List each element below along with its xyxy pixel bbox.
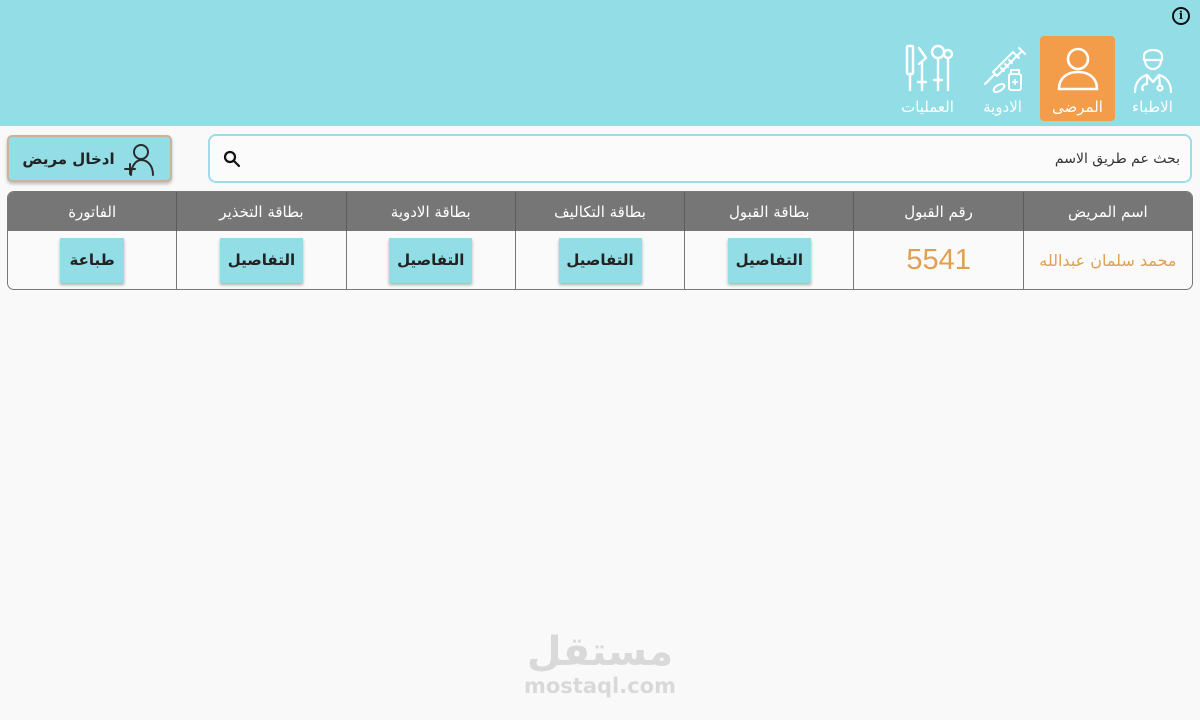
cell-costs-card: التفاصيل — [514, 231, 684, 289]
cell-anesthesia-card: التفاصيل — [176, 231, 345, 289]
column-header-invoice: الفاتورة — [68, 202, 117, 221]
patients-table: اسم المريض رقم القبول بطاقة القبول بطاقة… — [7, 191, 1193, 290]
watermark-latin: mostaql.com — [524, 674, 676, 698]
table-row: محمد سلمان عبدالله 5541 التفاصيل التفاصي… — [8, 231, 1192, 289]
nav-item-operations[interactable]: العمليات — [890, 36, 965, 121]
column-header-costs-card: بطاقة التكاليف — [514, 192, 684, 231]
nav-label-operations: العمليات — [901, 98, 954, 116]
nav-label-medicines: الادوية — [983, 98, 1022, 116]
column-header-admission-no: رقم القبول — [853, 192, 1022, 231]
patient-name[interactable]: محمد سلمان عبدالله — [1039, 251, 1176, 270]
add-user-icon — [123, 143, 154, 176]
table-header-row: اسم المريض رقم القبول بطاقة القبول بطاقة… — [8, 192, 1192, 231]
doctor-icon — [1133, 48, 1172, 94]
search-input[interactable] — [254, 136, 1180, 181]
surgical-tools-icon — [905, 44, 953, 92]
add-patient-label: ادخال مريض — [22, 149, 115, 168]
print-invoice-button[interactable]: طباعة — [60, 237, 125, 283]
admission-card-details-button[interactable]: التفاصيل — [727, 237, 811, 283]
cell-admission-no: 5541 — [853, 231, 1022, 289]
syringe-medicine-icon — [983, 47, 1026, 93]
cell-patient-name: محمد سلمان عبدالله — [1022, 231, 1192, 289]
column-header-anesthesia-card: بطاقة التخذير — [176, 192, 345, 231]
search-bar — [208, 134, 1192, 183]
costs-card-details-button[interactable]: التفاصيل — [558, 237, 642, 283]
nav-item-medicines[interactable]: الادوية — [965, 36, 1040, 121]
cell-invoice: طباعة — [8, 231, 176, 289]
watermark: مستقل mostaql.com — [520, 630, 680, 698]
column-header-admission-card: بطاقة القبول — [684, 192, 853, 231]
user-icon — [1057, 47, 1098, 91]
admission-number: 5541 — [906, 243, 971, 276]
nav-label-doctors: الاطباء — [1132, 98, 1173, 116]
search-icon[interactable] — [222, 149, 242, 169]
nav-item-doctors[interactable]: الاطباء — [1115, 36, 1190, 121]
anesthesia-card-details-button[interactable]: التفاصيل — [219, 237, 303, 283]
nav-label-patients: المرضى — [1052, 98, 1103, 116]
add-patient-button[interactable]: ادخال مريض — [7, 135, 172, 182]
main-nav: الاطباء المرضى الادوية العمليات — [890, 36, 1190, 121]
cell-medicines-card: التفاصيل — [345, 231, 515, 289]
medicines-card-details-button[interactable]: التفاصيل — [389, 237, 473, 283]
watermark-arabic: مستقل — [526, 629, 674, 675]
info-icon[interactable]: i — [1172, 7, 1190, 25]
column-header-medicines-card: بطاقة الادوية — [345, 192, 515, 231]
column-header-patient-name: اسم المريض — [1022, 192, 1192, 231]
top-header: i الاطباء المرضى الادوية العمليات — [0, 0, 1200, 126]
nav-item-patients[interactable]: المرضى — [1040, 36, 1115, 121]
cell-admission-card: التفاصيل — [684, 231, 853, 289]
